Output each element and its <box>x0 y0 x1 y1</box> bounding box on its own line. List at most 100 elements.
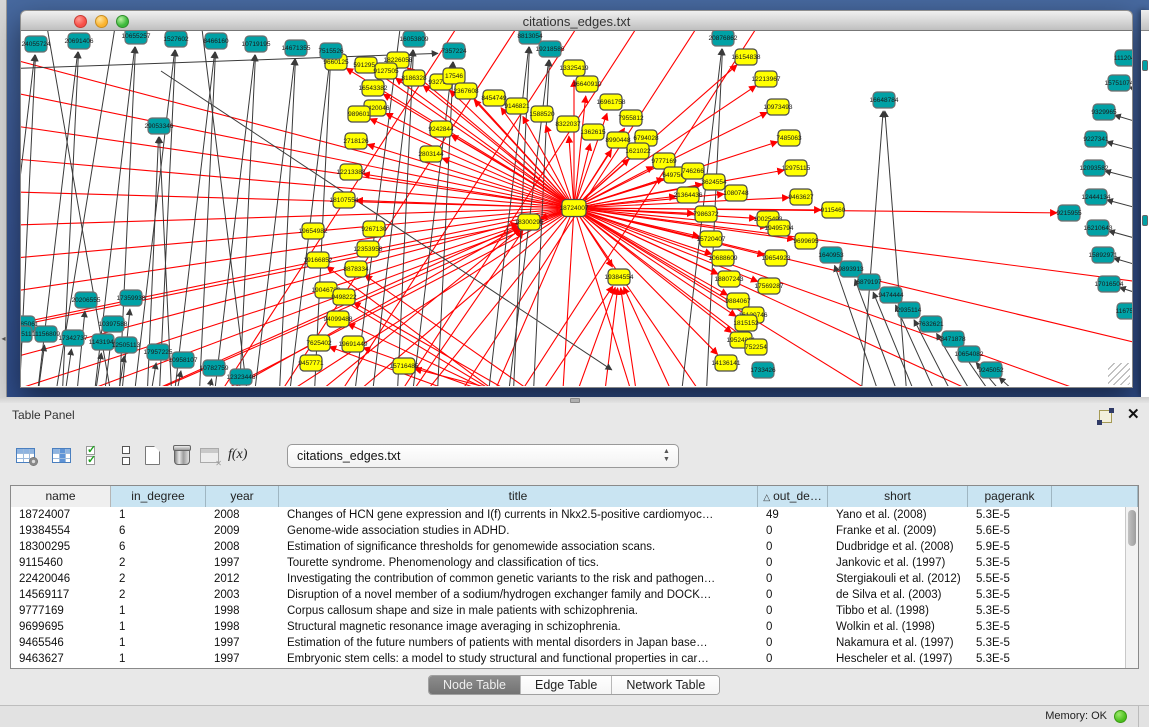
graph-node[interactable]: 12213967 <box>752 71 781 87</box>
graph-node[interactable]: 12093582 <box>1080 160 1109 176</box>
import-table-button[interactable] <box>198 445 222 467</box>
graph-node[interactable]: 1815152 <box>733 315 759 331</box>
graph-node[interactable]: 10655257 <box>122 31 151 44</box>
graph-node[interactable]: 13325419 <box>560 60 589 76</box>
graph-node[interactable]: 1112044 <box>1114 50 1132 66</box>
panel-collapse-arrow[interactable]: ◂ <box>0 334 7 344</box>
graph-node[interactable]: 9127505 <box>373 63 399 79</box>
graph-node[interactable]: 1080748 <box>723 185 749 201</box>
graph-node[interactable]: 2935114 <box>897 302 922 318</box>
graph-node[interactable]: 9267130 <box>361 221 387 237</box>
graph-node[interactable]: 9457771 <box>298 355 324 371</box>
graph-node[interactable]: 2803144 <box>418 146 444 162</box>
close-panel-icon[interactable]: ✕ <box>1127 406 1140 424</box>
graph-node[interactable]: 8471878 <box>940 331 966 347</box>
graph-node[interactable]: 7357224 <box>441 43 467 59</box>
graph-node[interactable]: 11156809 <box>32 326 60 342</box>
window-resize-grip[interactable] <box>1108 363 1130 385</box>
graph-node[interactable]: 746266 <box>682 163 704 179</box>
table-row[interactable]: 969969511998Structural magnetic resonanc… <box>11 619 1138 635</box>
graph-node[interactable]: 20691406 <box>65 33 94 49</box>
graph-node[interactable]: 16640910 <box>573 76 602 92</box>
graph-node[interactable]: 19691449 <box>339 336 368 352</box>
new-table-button[interactable] <box>141 445 165 467</box>
graph-node[interactable]: 16648784 <box>870 92 899 108</box>
graph-node[interactable]: 8466160 <box>203 33 229 49</box>
column-header-year[interactable]: year <box>206 486 279 507</box>
select-columns-button[interactable] <box>50 445 74 467</box>
graph-node[interactable]: 12444134 <box>1082 189 1111 205</box>
graph-node[interactable]: 16210643 <box>1084 220 1113 236</box>
graph-node[interactable]: 18724007 <box>560 200 589 217</box>
table-row[interactable]: 1938455462009Genome-wide association stu… <box>11 523 1138 539</box>
column-header-in_degree[interactable]: in_degree <box>111 486 206 507</box>
graph-node[interactable]: 9329965 <box>1091 104 1117 120</box>
graph-node[interactable]: 9699695 <box>793 233 819 249</box>
table-settings-button[interactable] <box>14 445 38 467</box>
graph-node[interactable]: 18107554 <box>330 192 359 208</box>
graph-node[interactable]: 18300295 <box>515 214 544 230</box>
table-row[interactable]: 2242004622012Investigating the contribut… <box>11 571 1138 587</box>
graph-node[interactable]: 19218586 <box>536 41 565 57</box>
column-header-short[interactable]: short <box>828 486 968 507</box>
table-row[interactable]: 977716911998Corpus callosum shape and si… <box>11 603 1138 619</box>
graph-node[interactable]: 8454749 <box>481 90 507 106</box>
graph-node[interactable]: 10397588 <box>99 316 128 332</box>
select-rows-button[interactable] <box>83 445 107 467</box>
table-row[interactable]: 1872400712008Changes of HCN gene express… <box>11 507 1138 523</box>
graph-node[interactable]: 29053346 <box>145 118 174 134</box>
graph-node[interactable]: 17016504 <box>1095 276 1124 292</box>
graph-node[interactable]: 6879197 <box>856 274 882 290</box>
network-canvas-svg[interactable]: 1872400796601255912954182260589127505818… <box>21 31 1132 386</box>
graph-node[interactable]: 12505113 <box>112 337 141 353</box>
graph-node[interactable]: 10958107 <box>169 352 198 368</box>
graph-node[interactable]: 15720407 <box>697 231 726 247</box>
graph-node[interactable]: 9498222 <box>331 289 357 305</box>
graph-node[interactable]: 19166852 <box>304 252 333 268</box>
graph-node[interactable]: 1588520 <box>529 106 555 122</box>
graph-node[interactable]: 24055724 <box>22 36 51 52</box>
graph-node[interactable]: 2718126 <box>343 133 369 149</box>
tab-node-table[interactable]: Node Table <box>429 676 521 695</box>
graph-node[interactable]: 8322037 <box>555 116 581 132</box>
graph-node[interactable]: 17342737 <box>59 330 88 346</box>
graph-node[interactable]: 17546 <box>443 68 465 84</box>
graph-node[interactable]: 1733426 <box>750 362 776 378</box>
graph-node[interactable]: 1621022 <box>625 143 651 159</box>
network-canvas[interactable]: 1872400796601255912954182260589127505818… <box>20 31 1133 388</box>
graph-node[interactable]: 9227341 <box>1083 131 1109 147</box>
graph-node[interactable]: 16543382 <box>359 80 388 96</box>
graph-node[interactable]: 12213383 <box>337 164 366 180</box>
table-vertical-scrollbar[interactable] <box>1125 507 1138 668</box>
graph-node[interactable]: 12353958 <box>354 241 383 257</box>
graph-node[interactable]: 8186328 <box>401 70 427 86</box>
tab-edge-table[interactable]: Edge Table <box>521 676 612 695</box>
graph-node[interactable]: 19384554 <box>605 269 634 285</box>
delete-table-button[interactable] <box>170 445 194 467</box>
graph-node[interactable]: 14136141 <box>712 355 741 371</box>
graph-node[interactable]: 8878334 <box>343 261 369 277</box>
graph-node[interactable]: 10719195 <box>242 36 271 52</box>
graph-node[interactable]: 9115460 <box>821 202 846 218</box>
graph-node[interactable]: 17359938 <box>117 290 146 306</box>
tab-network-table[interactable]: Network Table <box>612 676 719 695</box>
graph-node[interactable]: 391511 <box>21 326 32 342</box>
graph-node[interactable]: 17569287 <box>755 278 784 294</box>
graph-node[interactable]: 10654082 <box>955 346 984 362</box>
table-selector-dropdown[interactable]: citations_edges.txt ▲▼ <box>287 444 679 468</box>
graph-node[interactable]: 20206555 <box>72 292 101 308</box>
graph-node[interactable]: 19654923 <box>762 250 791 266</box>
graph-node[interactable]: 9242844 <box>428 121 454 137</box>
graph-node[interactable]: 15892971 <box>1089 247 1118 263</box>
graph-node[interactable]: 989601 <box>348 106 370 122</box>
graph-node[interactable]: 7625402 <box>306 335 332 351</box>
graph-node[interactable]: 2367608 <box>453 83 479 99</box>
graph-node[interactable]: 8813054 <box>517 31 543 44</box>
graph-node[interactable]: 7632621 <box>918 316 944 332</box>
graph-node[interactable]: 9463627 <box>788 189 814 205</box>
graph-node[interactable]: 10688609 <box>709 250 738 266</box>
graph-node[interactable]: 7955812 <box>618 110 644 126</box>
graph-node[interactable]: 20876862 <box>709 31 738 46</box>
graph-node[interactable]: 9146821 <box>504 98 530 114</box>
graph-node[interactable]: 10973493 <box>764 99 793 115</box>
